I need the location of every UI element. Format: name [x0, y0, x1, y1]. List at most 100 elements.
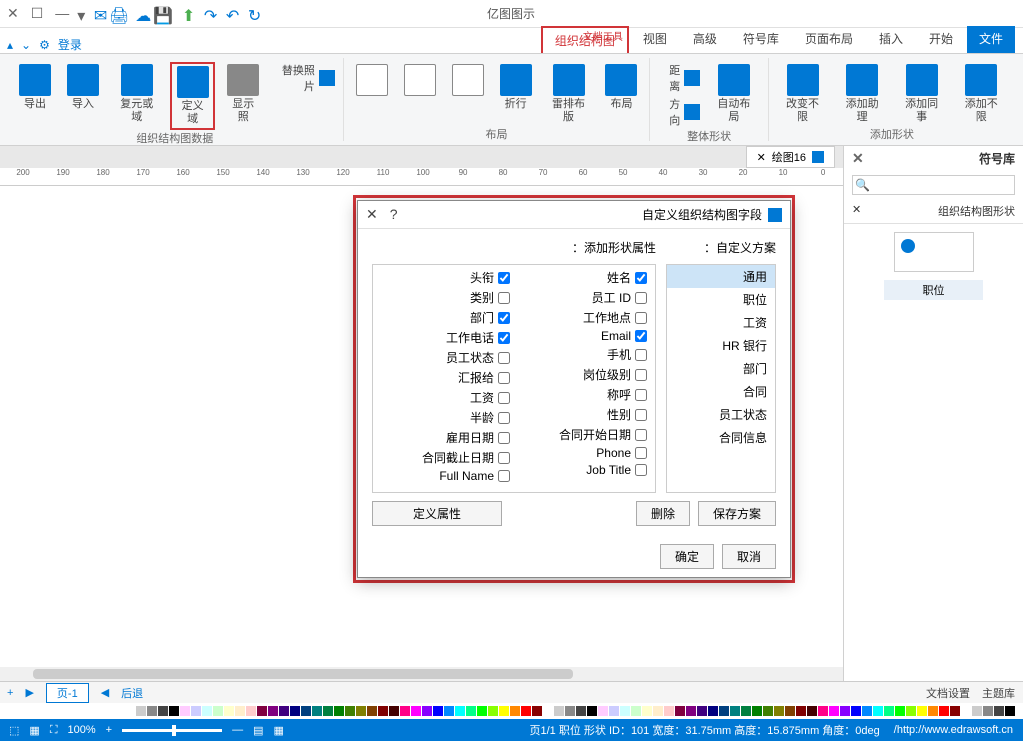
field-checkbox[interactable]: 称呼	[519, 386, 648, 403]
view-page-icon[interactable]: ▦	[275, 724, 285, 737]
theme-label[interactable]: 主题库	[983, 685, 1016, 701]
color-swatch[interactable]	[962, 706, 972, 716]
dropdown-icon[interactable]: ▾	[70, 6, 86, 22]
btn-add-assistant[interactable]: 添加助理	[837, 62, 889, 126]
undo-icon[interactable]: ↶	[224, 6, 240, 22]
color-swatch[interactable]	[720, 706, 730, 716]
color-swatch[interactable]	[159, 706, 169, 716]
color-swatch[interactable]	[566, 706, 576, 716]
scheme-item[interactable]: 职位	[668, 288, 776, 311]
page-back[interactable]: 后退	[122, 685, 144, 701]
color-swatch[interactable]	[170, 706, 180, 716]
field-checkbox[interactable]: Phone	[519, 446, 648, 460]
color-swatch[interactable]	[676, 706, 686, 716]
btn-layout-s2[interactable]	[401, 62, 441, 98]
color-swatch[interactable]	[896, 706, 906, 716]
color-swatch[interactable]	[225, 706, 235, 716]
panel-close-icon[interactable]: ✕	[853, 150, 865, 167]
cloud-icon[interactable]: ☁	[136, 6, 152, 22]
define-prop-button[interactable]: 定义属性	[373, 501, 503, 526]
btn-wrap[interactable]: 折行	[497, 62, 537, 113]
color-swatch[interactable]	[819, 706, 829, 716]
scheme-item[interactable]: 部门	[668, 357, 776, 380]
field-checkbox[interactable]: 姓名	[519, 269, 648, 286]
color-swatch[interactable]	[368, 706, 378, 716]
scheme-item[interactable]: 员工状态	[668, 403, 776, 426]
color-swatch[interactable]	[588, 706, 598, 716]
color-swatch[interactable]	[500, 706, 510, 716]
field-checkbox[interactable]: Full Name	[382, 469, 511, 483]
btn-add-colleague[interactable]: 添加同事	[897, 62, 949, 126]
color-swatch[interactable]	[940, 706, 950, 716]
color-swatch[interactable]	[863, 706, 873, 716]
field-checkbox[interactable]: 工作地点	[519, 309, 648, 326]
color-swatch[interactable]	[632, 706, 642, 716]
color-swatch[interactable]	[852, 706, 862, 716]
dialog-help-icon[interactable]: ?	[391, 206, 399, 223]
color-swatch[interactable]	[401, 706, 411, 716]
color-swatch[interactable]	[599, 706, 609, 716]
field-checkbox[interactable]: 工资	[382, 389, 511, 406]
opt-replace-photo[interactable]: 替换照片	[273, 62, 336, 94]
save-scheme-button[interactable]: 保存方案	[699, 501, 777, 526]
btn-define-fields[interactable]: 定义域	[171, 62, 216, 130]
zoom-slider[interactable]	[123, 729, 223, 732]
color-swatch[interactable]	[555, 706, 565, 716]
color-swatch[interactable]	[918, 706, 928, 716]
color-swatch[interactable]	[687, 706, 697, 716]
color-swatch[interactable]	[654, 706, 664, 716]
btn-change[interactable]: 改变不限	[778, 62, 830, 126]
color-swatch[interactable]	[731, 706, 741, 716]
scheme-item[interactable]: 合同信息	[668, 426, 776, 449]
color-swatch[interactable]	[775, 706, 785, 716]
color-swatch[interactable]	[984, 706, 994, 716]
field-checkbox[interactable]: 员工状态	[382, 349, 511, 366]
color-swatch[interactable]	[379, 706, 389, 716]
minimize-icon[interactable]: —	[56, 5, 70, 22]
tab-insert[interactable]: 插入	[868, 26, 916, 53]
page-next-icon[interactable]: ▶	[26, 686, 34, 699]
color-swatch[interactable]	[522, 706, 532, 716]
color-swatch[interactable]	[643, 706, 653, 716]
color-swatch[interactable]	[907, 706, 917, 716]
tab-start[interactable]: 开始	[918, 26, 966, 53]
color-swatch[interactable]	[137, 706, 147, 716]
color-swatch[interactable]	[478, 706, 488, 716]
tab-close-icon[interactable]: ✕	[758, 151, 767, 164]
field-checkbox[interactable]: 合同开始日期	[519, 426, 648, 443]
panel-search[interactable]: 🔍	[853, 175, 1016, 195]
color-swatch[interactable]	[511, 706, 521, 716]
color-swatch[interactable]	[665, 706, 675, 716]
field-checkbox[interactable]: 部门	[382, 309, 511, 326]
field-checkbox[interactable]: 合同截止日期	[382, 449, 511, 466]
refresh-icon[interactable]: ↻	[246, 6, 262, 22]
color-swatch[interactable]	[247, 706, 257, 716]
dialog-close-icon[interactable]: ✕	[367, 206, 379, 223]
settings-icon[interactable]: ⚙	[40, 38, 51, 52]
page-prev-icon[interactable]: ◀	[102, 686, 110, 699]
grid-icon[interactable]: ▦	[30, 724, 40, 737]
help-icon[interactable]: ▴	[8, 38, 14, 52]
color-swatch[interactable]	[203, 706, 213, 716]
tab-advanced[interactable]: 高级	[682, 26, 730, 53]
print-icon[interactable]: 🖨	[114, 6, 130, 22]
fullscreen-icon[interactable]: ⬚	[10, 724, 20, 737]
delete-scheme-button[interactable]: 删除	[637, 501, 691, 526]
close-icon[interactable]: ✕	[8, 5, 20, 22]
color-swatch[interactable]	[181, 706, 191, 716]
field-checkbox[interactable]: 员工 ID	[519, 289, 648, 306]
color-swatch[interactable]	[1006, 706, 1016, 716]
btn-add-unrestricted[interactable]: 添加不限	[956, 62, 1008, 126]
color-swatch[interactable]	[148, 706, 158, 716]
color-swatch[interactable]	[885, 706, 895, 716]
search-icon[interactable]: 🔍	[856, 178, 871, 192]
btn-rearrange[interactable]: 雷排布版	[545, 62, 595, 126]
field-checkbox[interactable]: 雇用日期	[382, 429, 511, 446]
maximize-icon[interactable]: ☐	[32, 5, 45, 22]
color-swatch[interactable]	[577, 706, 587, 716]
document-tab[interactable]: 绘图16 ✕	[747, 146, 836, 168]
mail-icon[interactable]: ✉	[92, 6, 108, 22]
color-swatch[interactable]	[830, 706, 840, 716]
color-swatch[interactable]	[280, 706, 290, 716]
color-swatch[interactable]	[445, 706, 455, 716]
